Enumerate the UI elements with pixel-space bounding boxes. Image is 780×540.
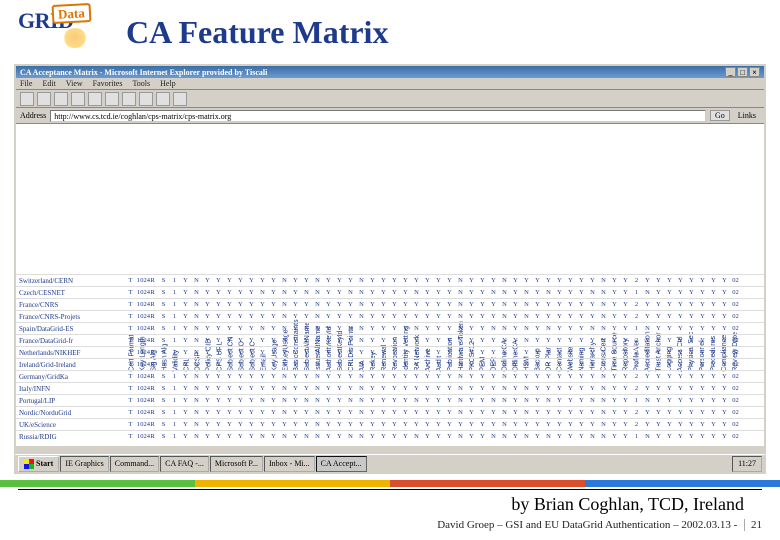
row-label: Germany/GridKa [16,373,126,381]
row-label: France/CNRS-Projets [16,313,126,321]
windows-icon [24,459,34,469]
menu-file[interactable]: File [20,79,32,88]
row-label: France/CNRS [16,301,126,309]
minimize-icon[interactable]: _ [725,67,736,77]
color-divider [0,480,780,487]
matrix-rows: Switzerland/CERNT1024RS1YNYYYYYYYNYYNYYY… [16,274,764,442]
table-row: Portugal/LIPT1024RS1YNYYYYYNYNYNNYYNNYYY… [16,394,764,406]
table-row: UK/eScienceT1024RS1YNYYYYYYYYYYNYYYYYYYY… [16,418,764,430]
history-icon[interactable] [139,92,153,106]
mail-icon[interactable] [156,92,170,106]
taskbar-item[interactable]: Microsoft P... [210,456,263,472]
favorites-icon[interactable] [122,92,136,106]
slide-title: CA Feature Matrix [126,14,388,51]
taskbar-item[interactable]: Inbox - Mi... [264,456,315,472]
table-row: Switzerland/CERNT1024RS1YNYYYYYYYNYYNYYY… [16,274,764,286]
page-content: Cert FormatKey LengthSig AlgHash AlgVali… [16,124,764,446]
table-row: Russia/RDIGT1024RS1YNYYYYYNYNYNNYYNNYYYY… [16,430,764,442]
row-label: Czech/CESNET [16,289,126,297]
menu-help[interactable]: Help [160,79,176,88]
maximize-icon[interactable]: □ [737,67,748,77]
address-bar: Address http://www.cs.tcd.ie/coghlan/cps… [16,108,764,124]
row-label: UK/eScience [16,421,126,429]
taskbar-clock: 11:27 [732,456,762,472]
taskbar-item[interactable]: Command... [110,456,159,472]
table-row: Spain/DataGrid-EST1024RS1YNYYYYYNYNYNNYY… [16,322,764,334]
table-row: France/CNRS-ProjetsT1024RS1YNYYYYYYYNYYN… [16,310,764,322]
taskbar-item[interactable]: IE Graphics [60,456,108,472]
row-label: France/DataGrid-fr [16,337,126,345]
row-label: Russia/RDIG [16,433,126,441]
taskbar-item[interactable]: CA Accept... [316,456,367,472]
table-row: Czech/CESNETT1024RS1YNYYYYYNYNYNNYYNNYYY… [16,286,764,298]
table-row: Nordic/NorduGridT1024RS1YNYYYYYYYNYYNYYY… [16,406,764,418]
address-label: Address [20,111,46,120]
window-titlebar: CA Acceptance Matrix - Microsoft Interne… [16,66,764,78]
home-icon[interactable] [88,92,102,106]
byline: by Brian Coghlan, TCD, Ireland [18,489,762,517]
table-row: Italy/INFNT1024RS1YNYYYYYYYNYYNYYYNYYYYY… [16,382,764,394]
slide-header: GRID Data CA Feature Matrix [0,0,780,60]
menu-view[interactable]: View [66,79,83,88]
search-icon[interactable] [105,92,119,106]
print-icon[interactable] [173,92,187,106]
menu-tools[interactable]: Tools [132,79,150,88]
stop-icon[interactable] [54,92,68,106]
close-icon[interactable]: × [749,67,760,77]
start-button[interactable]: Start [18,456,59,472]
menu-edit[interactable]: Edit [42,79,55,88]
menubar: File Edit View Favorites Tools Help [16,78,764,90]
back-icon[interactable] [20,92,34,106]
row-label: Nordic/NorduGrid [16,409,126,417]
taskbar: Start IE GraphicsCommand...CA FAQ -...Mi… [14,454,766,474]
slide-footer: David Groep – GSI and EU DataGrid Authen… [0,517,780,533]
toolbar [16,90,764,108]
go-button[interactable]: Go [710,110,730,121]
window-title: CA Acceptance Matrix - Microsoft Interne… [20,68,267,77]
row-label: Netherlands/NIKHEF [16,349,126,357]
datagrid-logo: GRID Data [18,10,116,54]
row-label: Portugal/LIP [16,397,126,405]
row-label: Switzerland/CERN [16,277,126,285]
browser-window: CA Acceptance Matrix - Microsoft Interne… [14,64,766,454]
table-row: Netherlands/NIKHEFT1024RS1YNYYYYYYYYYYNY… [16,346,764,358]
table-row: France/DataGrid-frT1024RS1YNYYYYYYYNYYNY… [16,334,764,346]
row-label: Ireland/Grid-Ireland [16,361,126,369]
refresh-icon[interactable] [71,92,85,106]
url-input[interactable]: http://www.cs.tcd.ie/coghlan/cps-matrix/… [50,110,706,122]
row-label: Italy/INFN [16,385,126,393]
links-label: Links [734,111,760,120]
table-row: Germany/GridKaT1024RS1YNYYYYYYYNYYNYYYNY… [16,370,764,382]
table-row: France/CNRST1024RS1YNYYYYYYYNYYNYYYNYYYY… [16,298,764,310]
forward-icon[interactable] [37,92,51,106]
row-label: Spain/DataGrid-ES [16,325,126,333]
table-row: Ireland/Grid-IrelandT1024RS1YNYYYYYYYNYY… [16,358,764,370]
taskbar-item[interactable]: CA FAQ -... [160,456,209,472]
menu-favorites[interactable]: Favorites [93,79,123,88]
